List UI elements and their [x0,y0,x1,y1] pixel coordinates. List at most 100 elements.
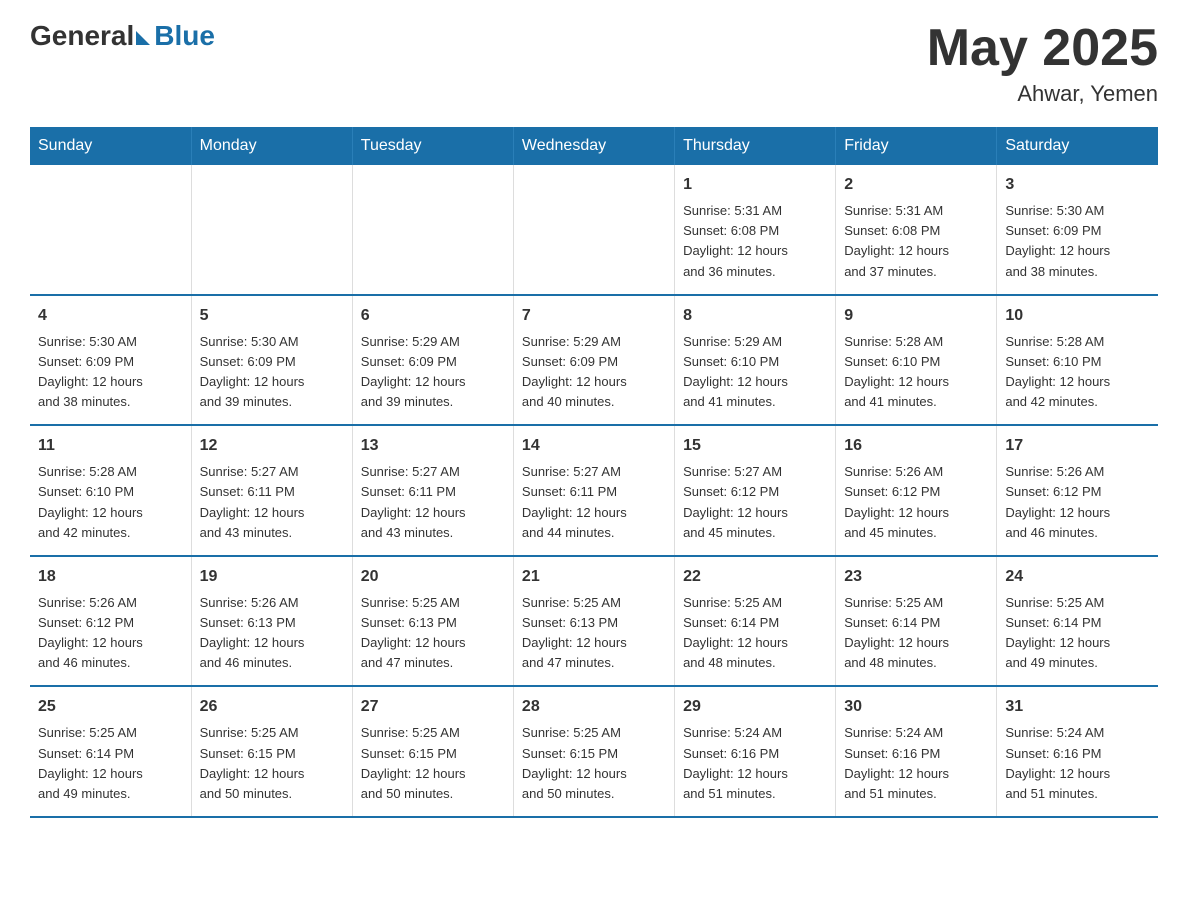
month-title: May 2025 [927,20,1158,77]
header-cell-friday: Friday [836,127,997,165]
day-info: Sunrise: 5:25 AM Sunset: 6:14 PM Dayligh… [1005,593,1150,674]
day-number: 22 [683,565,827,589]
calendar-day-cell [191,165,352,295]
calendar-day-cell: 26 Sunrise: 5:25 AM Sunset: 6:15 PM Dayli… [191,686,352,817]
header-cell-monday: Monday [191,127,352,165]
calendar-week-row: 18 Sunrise: 5:26 AM Sunset: 6:12 PM Dayli… [30,556,1158,687]
location-label: Ahwar, Yemen [927,81,1158,107]
calendar-day-cell: 24 Sunrise: 5:25 AM Sunset: 6:14 PM Dayli… [997,556,1158,687]
logo-general-text: General [30,20,134,52]
day-info: Sunrise: 5:28 AM Sunset: 6:10 PM Dayligh… [1005,332,1150,413]
day-number: 25 [38,695,183,719]
calendar-day-cell: 22 Sunrise: 5:25 AM Sunset: 6:14 PM Dayli… [675,556,836,687]
day-info: Sunrise: 5:25 AM Sunset: 6:15 PM Dayligh… [522,723,666,804]
day-number: 24 [1005,565,1150,589]
day-number: 26 [200,695,344,719]
day-info: Sunrise: 5:27 AM Sunset: 6:12 PM Dayligh… [683,462,827,543]
day-number: 19 [200,565,344,589]
day-number: 29 [683,695,827,719]
calendar-day-cell: 17 Sunrise: 5:26 AM Sunset: 6:12 PM Dayli… [997,425,1158,556]
calendar-day-cell: 9Sunrise: 5:28 AM Sunset: 6:10 PM Daylig… [836,295,997,426]
day-number: 20 [361,565,505,589]
day-info: Sunrise: 5:24 AM Sunset: 6:16 PM Dayligh… [844,723,988,804]
calendar-day-cell [30,165,191,295]
calendar-day-cell: 25 Sunrise: 5:25 AM Sunset: 6:14 PM Dayli… [30,686,191,817]
day-number: 11 [38,434,183,458]
calendar-day-cell: 10Sunrise: 5:28 AM Sunset: 6:10 PM Dayli… [997,295,1158,426]
day-number: 31 [1005,695,1150,719]
day-number: 17 [1005,434,1150,458]
title-block: May 2025 Ahwar, Yemen [927,20,1158,107]
day-number: 13 [361,434,505,458]
calendar-week-row: 25 Sunrise: 5:25 AM Sunset: 6:14 PM Dayli… [30,686,1158,817]
day-number: 4 [38,304,183,328]
logo-blue-text: Blue [154,20,215,52]
calendar-day-cell: 12 Sunrise: 5:27 AM Sunset: 6:11 PM Dayli… [191,425,352,556]
calendar-week-row: 11 Sunrise: 5:28 AM Sunset: 6:10 PM Dayli… [30,425,1158,556]
day-number: 8 [683,304,827,328]
day-number: 30 [844,695,988,719]
calendar-day-cell [513,165,674,295]
calendar-day-cell: 16 Sunrise: 5:26 AM Sunset: 6:12 PM Dayli… [836,425,997,556]
calendar-day-cell: 5Sunrise: 5:30 AM Sunset: 6:09 PM Daylig… [191,295,352,426]
calendar-table: SundayMondayTuesdayWednesdayThursdayFrid… [30,127,1158,818]
day-info: Sunrise: 5:27 AM Sunset: 6:11 PM Dayligh… [200,462,344,543]
calendar-day-cell: 29 Sunrise: 5:24 AM Sunset: 6:16 PM Dayli… [675,686,836,817]
day-number: 21 [522,565,666,589]
calendar-day-cell: 23Sunrise: 5:25 AM Sunset: 6:14 PM Dayli… [836,556,997,687]
day-info: Sunrise: 5:29 AM Sunset: 6:10 PM Dayligh… [683,332,827,413]
day-info: Sunrise: 5:30 AM Sunset: 6:09 PM Dayligh… [38,332,183,413]
day-info: Sunrise: 5:24 AM Sunset: 6:16 PM Dayligh… [683,723,827,804]
day-number: 16 [844,434,988,458]
day-info: Sunrise: 5:26 AM Sunset: 6:13 PM Dayligh… [200,593,344,674]
day-info: Sunrise: 5:25 AM Sunset: 6:14 PM Dayligh… [38,723,183,804]
calendar-day-cell: 18 Sunrise: 5:26 AM Sunset: 6:12 PM Dayli… [30,556,191,687]
day-info: Sunrise: 5:31 AM Sunset: 6:08 PM Dayligh… [844,201,988,282]
calendar-week-row: 1 Sunrise: 5:31 AM Sunset: 6:08 PM Daylig… [30,165,1158,295]
calendar-day-cell: 31 Sunrise: 5:24 AM Sunset: 6:16 PM Dayli… [997,686,1158,817]
day-info: Sunrise: 5:26 AM Sunset: 6:12 PM Dayligh… [1005,462,1150,543]
calendar-day-cell: 30 Sunrise: 5:24 AM Sunset: 6:16 PM Dayli… [836,686,997,817]
day-number: 27 [361,695,505,719]
day-info: Sunrise: 5:28 AM Sunset: 6:10 PM Dayligh… [844,332,988,413]
calendar-day-cell: 21Sunrise: 5:25 AM Sunset: 6:13 PM Dayli… [513,556,674,687]
calendar-day-cell [352,165,513,295]
calendar-day-cell: 3 Sunrise: 5:30 AM Sunset: 6:09 PM Daylig… [997,165,1158,295]
calendar-day-cell: 8 Sunrise: 5:29 AM Sunset: 6:10 PM Daylig… [675,295,836,426]
day-info: Sunrise: 5:25 AM Sunset: 6:14 PM Dayligh… [683,593,827,674]
calendar-day-cell: 14Sunrise: 5:27 AM Sunset: 6:11 PM Dayli… [513,425,674,556]
day-info: Sunrise: 5:26 AM Sunset: 6:12 PM Dayligh… [844,462,988,543]
calendar-day-cell: 6Sunrise: 5:29 AM Sunset: 6:09 PM Daylig… [352,295,513,426]
day-info: Sunrise: 5:29 AM Sunset: 6:09 PM Dayligh… [361,332,505,413]
day-info: Sunrise: 5:31 AM Sunset: 6:08 PM Dayligh… [683,201,827,282]
calendar-day-cell: 20Sunrise: 5:25 AM Sunset: 6:13 PM Dayli… [352,556,513,687]
header-cell-tuesday: Tuesday [352,127,513,165]
day-info: Sunrise: 5:27 AM Sunset: 6:11 PM Dayligh… [361,462,505,543]
calendar-day-cell: 11 Sunrise: 5:28 AM Sunset: 6:10 PM Dayli… [30,425,191,556]
day-info: Sunrise: 5:29 AM Sunset: 6:09 PM Dayligh… [522,332,666,413]
day-info: Sunrise: 5:30 AM Sunset: 6:09 PM Dayligh… [200,332,344,413]
day-number: 12 [200,434,344,458]
day-number: 2 [844,173,988,197]
calendar-day-cell: 28 Sunrise: 5:25 AM Sunset: 6:15 PM Dayli… [513,686,674,817]
calendar-day-cell: 27 Sunrise: 5:25 AM Sunset: 6:15 PM Dayli… [352,686,513,817]
day-info: Sunrise: 5:30 AM Sunset: 6:09 PM Dayligh… [1005,201,1150,282]
day-info: Sunrise: 5:24 AM Sunset: 6:16 PM Dayligh… [1005,723,1150,804]
day-number: 3 [1005,173,1150,197]
day-number: 23 [844,565,988,589]
day-number: 28 [522,695,666,719]
day-info: Sunrise: 5:28 AM Sunset: 6:10 PM Dayligh… [38,462,183,543]
day-info: Sunrise: 5:25 AM Sunset: 6:15 PM Dayligh… [200,723,344,804]
calendar-day-cell: 13 Sunrise: 5:27 AM Sunset: 6:11 PM Dayli… [352,425,513,556]
day-number: 18 [38,565,183,589]
day-info: Sunrise: 5:25 AM Sunset: 6:15 PM Dayligh… [361,723,505,804]
calendar-header-row: SundayMondayTuesdayWednesdayThursdayFrid… [30,127,1158,165]
day-info: Sunrise: 5:26 AM Sunset: 6:12 PM Dayligh… [38,593,183,674]
day-number: 1 [683,173,827,197]
day-info: Sunrise: 5:27 AM Sunset: 6:11 PM Dayligh… [522,462,666,543]
header-cell-thursday: Thursday [675,127,836,165]
calendar-day-cell: 2 Sunrise: 5:31 AM Sunset: 6:08 PM Daylig… [836,165,997,295]
day-number: 7 [522,304,666,328]
calendar-day-cell: 1 Sunrise: 5:31 AM Sunset: 6:08 PM Daylig… [675,165,836,295]
header-cell-wednesday: Wednesday [513,127,674,165]
